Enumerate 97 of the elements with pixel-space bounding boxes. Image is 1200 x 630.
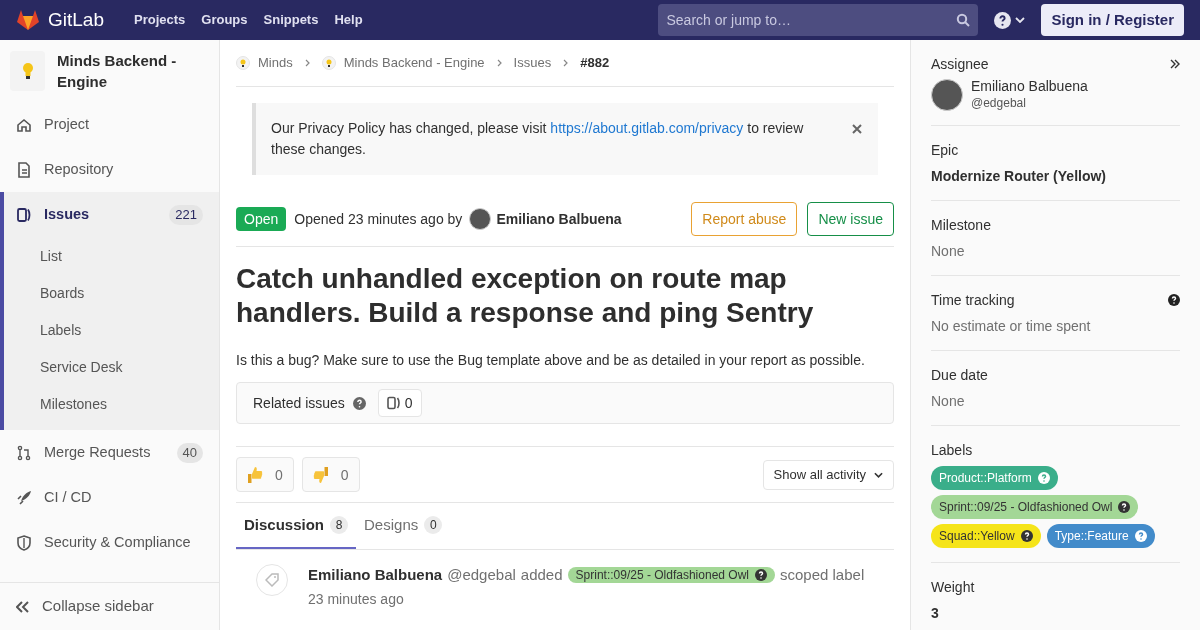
count-badge: 40 [176, 442, 203, 463]
issue-description: Is this a bug? Make sure to use the Bug template above and be as detailed in your report as possible. [236, 351, 866, 370]
assignee-handle: @edgebal [971, 95, 1027, 111]
epic-heading: Epic [931, 141, 959, 160]
new-issue-button[interactable]: New issue [807, 202, 894, 236]
tag-icon [256, 564, 288, 596]
fox-logo-icon[interactable] [16, 9, 40, 31]
due-date-heading: Due date [931, 366, 988, 385]
reaction-button[interactable]: 0 [236, 457, 294, 492]
house-icon [16, 116, 32, 133]
count-badge: 221 [169, 204, 203, 225]
activity-filter-dropdown[interactable]: Show all activity [762, 459, 894, 490]
tab[interactable]: Designs 0 [356, 503, 451, 549]
collapse-icon [16, 600, 30, 613]
sidebar-item[interactable]: Merge Requests 40 [4, 430, 219, 475]
rocket-icon [16, 489, 32, 506]
assignee-name[interactable]: Emiliano Balbuena [971, 78, 1088, 95]
scoped-label[interactable]: Squad::Yellow [931, 524, 1041, 548]
sidebar-item[interactable]: Issues 221 [4, 192, 219, 237]
assignee-heading: Assignee [931, 55, 989, 74]
event-action: added [520, 565, 563, 585]
chevron-right-icon [496, 59, 502, 67]
sidebar-item[interactable]: Project [4, 102, 219, 147]
sidebar-subitem[interactable]: Boards [4, 274, 219, 311]
issues-icon [386, 396, 401, 410]
search-icon [956, 13, 971, 27]
collapse-sidebar-button[interactable]: Collapse sidebar [0, 582, 219, 630]
merge-request-icon [16, 444, 32, 461]
collapse-icon[interactable] [1170, 59, 1180, 69]
thumbs-down-icon [312, 465, 329, 484]
chevron-down-icon [874, 471, 883, 478]
help-icon [994, 11, 1012, 29]
nav-link[interactable]: Projects [134, 10, 186, 30]
project-name[interactable]: Minds Backend - Engine [57, 50, 209, 92]
close-button[interactable] [851, 123, 863, 135]
sidebar-subitem[interactable]: Service Desk [4, 348, 219, 385]
sidebar-item[interactable]: Repository [4, 147, 219, 192]
nav-link[interactable]: Groups [201, 10, 248, 30]
chevron-right-icon [563, 59, 569, 67]
search-field[interactable]: Search or jump to… [658, 4, 979, 36]
issues-icon [16, 206, 32, 223]
event-detail: scoped label [780, 565, 865, 585]
brand-name[interactable]: GitLab [48, 5, 104, 35]
issue-title: Catch unhandled exception on route map handlers. Build a response and ping Sentry [236, 262, 815, 330]
count-badge: 0 [424, 516, 443, 534]
epic-value: Modernize Router (Yellow) [931, 167, 1107, 186]
breadcrumb-link[interactable]: Minds [258, 53, 293, 73]
scoped-label[interactable]: Sprint::09/25 - Oldfashioned Owl [567, 567, 775, 584]
help-icon [1134, 530, 1147, 542]
author-handle: @edgebal [447, 565, 516, 585]
author-avatar[interactable] [469, 208, 492, 230]
author-link[interactable]: Emiliano Balbuena [308, 564, 443, 587]
help-icon [1020, 530, 1033, 542]
nav-link[interactable]: Snippets [263, 10, 319, 30]
lightbulb-icon [21, 62, 34, 80]
weight-heading: Weight [931, 578, 975, 597]
sidebar-subitem[interactable]: Milestones [4, 385, 219, 422]
due-date-value: None [931, 392, 966, 411]
chevron-right-icon [304, 59, 310, 67]
scoped-label[interactable]: Type::Feature [1046, 524, 1155, 548]
breadcrumb-link[interactable]: Minds Backend - Engine [343, 53, 485, 73]
sign-in-button[interactable]: Sign in / Register [1041, 4, 1184, 36]
issue-count-badge: 0 [377, 389, 422, 417]
event-time: 23 minutes ago [308, 589, 405, 609]
shield-icon [16, 534, 32, 551]
document-icon [16, 161, 32, 178]
scoped-label[interactable]: Sprint::09/25 - Oldfashioned Owl [931, 495, 1139, 519]
status-badge: Open [236, 207, 287, 231]
tab[interactable]: Discussion 8 [236, 503, 357, 549]
breadcrumb-link[interactable]: Issues [513, 53, 552, 73]
chevron-down-icon [1015, 17, 1026, 23]
opened-text: Opened 23 minutes ago by [294, 210, 463, 229]
sidebar-subitem[interactable]: Labels [4, 311, 219, 348]
labels-heading: Labels [931, 441, 973, 460]
sidebar-item[interactable]: Security & Compliance [4, 520, 219, 565]
help-icon [1118, 501, 1131, 513]
count-badge: 8 [330, 516, 349, 534]
breadcrumb-link[interactable]: #882 [580, 53, 610, 73]
milestone-value: None [931, 242, 966, 261]
sidebar-subitem[interactable]: List [4, 237, 219, 274]
author-link[interactable]: Emiliano Balbuena [496, 209, 622, 229]
reaction-button[interactable]: 0 [301, 457, 360, 492]
help-menu[interactable] [994, 11, 1026, 29]
time-tracking-value: No estimate or time spent [931, 317, 1092, 336]
help-icon[interactable] [1168, 294, 1180, 306]
related-issues-label: Related issues [253, 394, 345, 413]
notice-text: Our Privacy Policy has changed, please visit https://about.gitlab.com/privacy to review these changes. [271, 119, 805, 159]
help-icon [1037, 472, 1050, 484]
thumbs-up-icon [247, 465, 263, 484]
privacy-link[interactable]: https://about.gitlab.com/privacy [550, 120, 744, 136]
assignee-avatar[interactable] [931, 78, 963, 111]
weight-value: 3 [931, 604, 940, 623]
sidebar-item[interactable]: CI / CD [4, 475, 219, 520]
milestone-heading: Milestone [931, 216, 991, 235]
time-tracking-heading: Time tracking [931, 291, 1015, 310]
nav-link[interactable]: Help [334, 10, 363, 30]
help-icon [755, 569, 767, 582]
